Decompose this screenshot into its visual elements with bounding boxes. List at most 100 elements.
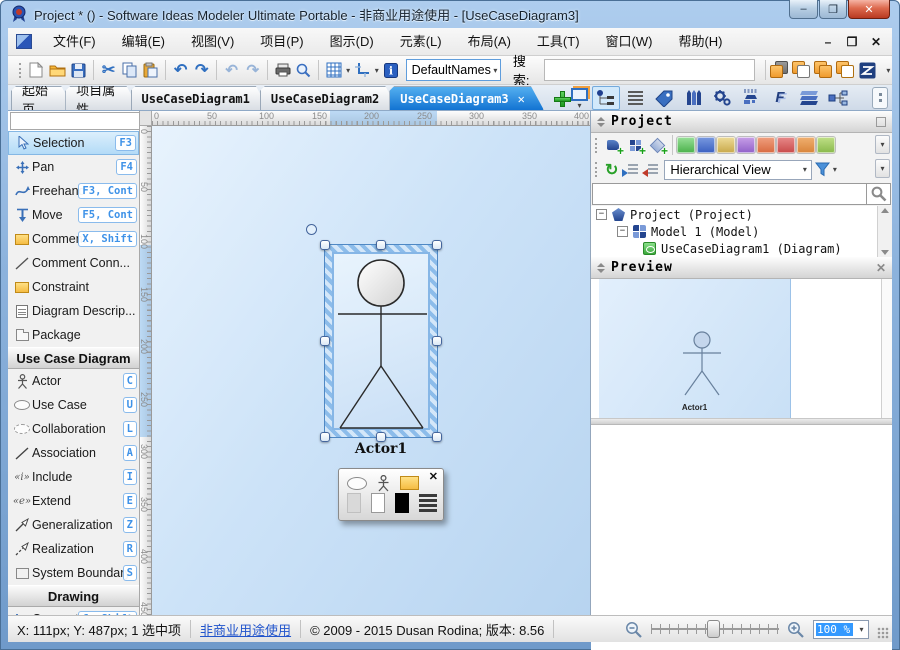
filter-icon[interactable] [815, 162, 830, 177]
menu-window[interactable]: 窗口(W) [593, 28, 666, 55]
toolbar-overflow-dropdown[interactable]: ▾ [885, 66, 893, 75]
rotate-handle[interactable] [306, 224, 317, 235]
mdi-close-button[interactable]: ✕ [864, 31, 888, 53]
resize-handle-e[interactable] [432, 336, 442, 346]
tool-extend[interactable]: «e» Extend E [8, 489, 139, 513]
tool-freehand[interactable]: Freehand F3, Cont [8, 179, 139, 203]
menu-edit[interactable]: 编辑(E) [109, 28, 178, 55]
title-bar[interactable]: Project * () - Software Ideas Modeler Ul… [0, 0, 900, 28]
send-backward-button[interactable] [835, 58, 857, 82]
line-style-button[interactable] [419, 492, 437, 514]
toolbox-search-input[interactable] [10, 112, 140, 130]
state-diagram-type-icon[interactable] [777, 137, 795, 153]
tab-list-dropdown[interactable]: ▾ [575, 101, 584, 110]
usecase-shape-button[interactable] [347, 477, 367, 490]
new-button[interactable] [26, 58, 47, 82]
menu-project[interactable]: 项目(P) [247, 28, 316, 55]
tool-diagram-description[interactable]: Diagram Descrip... [8, 299, 139, 323]
redo-history-button[interactable]: ↷ [242, 58, 263, 82]
panel-strip-scroll[interactable] [872, 87, 888, 109]
send-to-back-button[interactable] [791, 58, 813, 82]
tool-comment[interactable]: Comment X, Shift [8, 227, 139, 251]
refresh-icon[interactable]: ↻ [605, 160, 618, 180]
fonts-panel-tab[interactable]: F [766, 86, 794, 110]
actor-figure[interactable] [325, 245, 437, 437]
filter-dropdown[interactable]: ▾ [830, 165, 839, 174]
diagram-types-overflow[interactable]: ▾ [875, 135, 890, 154]
resize-handle-nw[interactable] [320, 240, 330, 250]
mindmap-panel-tab[interactable] [824, 86, 852, 110]
diagram-canvas[interactable]: Actor1 ✕ [152, 126, 590, 615]
undo-button[interactable]: ↶ [170, 58, 191, 82]
tree-toolbar-overflow[interactable]: ▾ [875, 159, 890, 178]
package-diagram-type-icon[interactable] [717, 137, 735, 153]
info-button[interactable]: i [381, 58, 402, 82]
tab-close-icon[interactable]: ✕ [518, 92, 525, 106]
tag-panel-tab[interactable] [650, 86, 678, 110]
open-button[interactable] [47, 58, 68, 82]
collapse-all-button[interactable] [641, 162, 659, 178]
zoom-slider-thumb[interactable] [707, 620, 720, 638]
preview-panel-header[interactable]: Preview ✕ [591, 257, 892, 279]
project-panel-header[interactable]: Project [591, 111, 892, 133]
tool-generalization[interactable]: Generalization Z [8, 513, 139, 537]
view-mode-combobox[interactable]: Hierarchical View ▾ [664, 160, 812, 180]
add-model-button[interactable]: + [624, 135, 646, 155]
activity-diagram-type-icon[interactable] [797, 137, 815, 153]
copy-button[interactable] [119, 58, 140, 82]
usecase-diagram-type-icon[interactable] [677, 137, 695, 153]
zoom-out-button[interactable] [625, 621, 643, 638]
tab-usecasediagram1[interactable]: UseCaseDiagram1 [131, 86, 269, 110]
license-link[interactable]: 非商业用途使用 [191, 620, 300, 639]
tab-project-properties[interactable]: 项目属性 [65, 86, 139, 110]
profile-diagram-type-icon[interactable] [817, 137, 835, 153]
preview-close-icon[interactable]: ✕ [876, 261, 886, 275]
panel-pin-button[interactable] [876, 117, 886, 127]
tool-package[interactable]: Package [8, 323, 139, 347]
z-order-button[interactable] [857, 58, 878, 82]
print-preview-button[interactable] [293, 58, 314, 82]
tree-node-diagram1[interactable]: UseCaseDiagram1 (Diagram) [591, 240, 892, 257]
tool-realization[interactable]: Realization R [8, 537, 139, 561]
menu-view[interactable]: 视图(V) [178, 28, 247, 55]
add-diagram-button[interactable]: + [602, 135, 624, 155]
paste-button[interactable] [140, 58, 161, 82]
minimize-button[interactable]: – [789, 0, 818, 19]
resize-handle-w[interactable] [320, 336, 330, 346]
tab-start-page[interactable]: 起始页 [11, 86, 74, 110]
tool-constraint[interactable]: Constraint [8, 275, 139, 299]
color-swatch-white[interactable] [371, 493, 385, 513]
tab-usecasediagram2[interactable]: UseCaseDiagram2 [260, 86, 398, 110]
menu-element[interactable]: 元素(L) [387, 28, 455, 55]
menu-file[interactable]: 文件(F) [40, 28, 109, 55]
comment-shape-button[interactable] [400, 476, 419, 490]
actor-shape-button[interactable] [377, 475, 390, 492]
tool-move[interactable]: Move F5, Cont [8, 203, 139, 227]
grid-dropdown[interactable]: ▾ [344, 66, 352, 75]
drawing-section-header[interactable]: Drawing [8, 585, 139, 607]
toolbar-search-input[interactable] [544, 59, 755, 81]
tool-collaboration[interactable]: Collaboration L [8, 417, 139, 441]
panel-collapse-icon[interactable] [597, 263, 605, 273]
mdi-minimize-button[interactable]: – [816, 31, 840, 53]
usecase-section-header[interactable]: Use Case Diagram [8, 347, 139, 369]
tab-usecasediagram3[interactable]: UseCaseDiagram3 ✕ [389, 86, 544, 110]
menu-help[interactable]: 帮助(H) [665, 28, 735, 55]
undo-history-button[interactable]: ↶ [221, 58, 242, 82]
actor-name-label[interactable]: Actor1 [325, 441, 437, 457]
close-button[interactable]: ✕ [848, 0, 890, 19]
layers-panel-tab[interactable] [795, 86, 823, 110]
resize-handle-n[interactable] [376, 240, 386, 250]
grid-button[interactable] [323, 58, 344, 82]
tool-association[interactable]: Association A [8, 441, 139, 465]
zoom-slider[interactable] [651, 619, 779, 639]
tool-pan[interactable]: Pan F4 [8, 155, 139, 179]
tree-scrollbar[interactable] [877, 206, 892, 257]
tree-node-model[interactable]: − Model 1 (Model) [591, 223, 892, 240]
snap-dropdown[interactable]: ▾ [373, 66, 381, 75]
add-diagram-tab-button[interactable] [549, 88, 571, 110]
bring-forward-button[interactable] [813, 58, 835, 82]
color-swatch-gray[interactable] [347, 493, 361, 513]
print-button[interactable] [272, 58, 293, 82]
deployment-diagram-type-icon[interactable] [757, 137, 775, 153]
